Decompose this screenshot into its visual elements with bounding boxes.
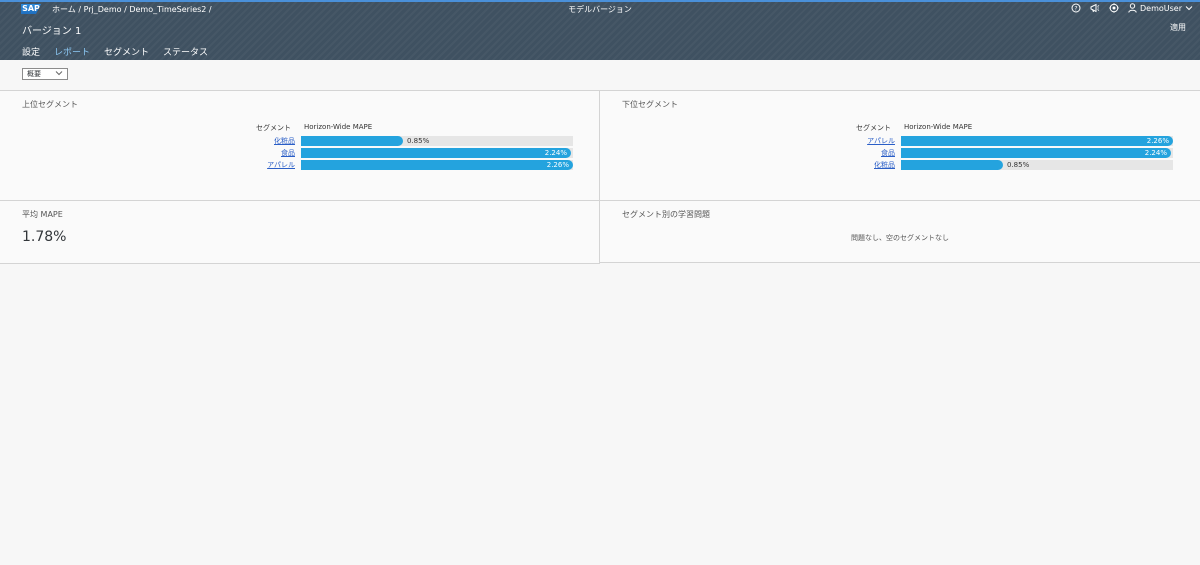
view-select[interactable]: 概要 — [22, 68, 68, 80]
segment-link[interactable]: 食品 — [281, 148, 295, 158]
user-name: DemoUser — [1139, 3, 1182, 13]
breadcrumb-home[interactable]: ホーム — [52, 5, 76, 14]
tab-settings[interactable]: 設定 — [22, 45, 40, 58]
window-title: モデルバージョン — [568, 5, 632, 14]
chevron-down-icon — [1184, 3, 1194, 13]
svg-text:?: ? — [1074, 5, 1077, 12]
segment-link[interactable]: アパレル — [267, 160, 295, 170]
avg-mape-panel: 平均 MAPE 1.78% — [0, 201, 600, 264]
settings-icon[interactable] — [1109, 3, 1119, 13]
bar-value-label: 0.85% — [407, 137, 430, 145]
tab-bar: 設定 レポート セグメント ステータス — [22, 45, 208, 58]
column-header-metric: Horizon-Wide MAPE — [904, 123, 973, 131]
tab-status[interactable]: ステータス — [163, 45, 208, 58]
bar — [301, 136, 403, 146]
panel-title: 平均 MAPE — [22, 210, 63, 219]
bar-value-label: 2.26% — [546, 161, 569, 169]
bar-value-label: 2.24% — [1144, 149, 1167, 157]
panel-title: 下位セグメント — [622, 100, 678, 109]
learning-issues-panel: セグメント別の学習問題 問題なし、空のセグメントなし — [600, 201, 1200, 263]
bar-track: 2.26% — [301, 160, 573, 170]
bottom-segments-panel: 下位セグメント セグメント Horizon-Wide MAPE アパレル 2.26… — [600, 90, 1200, 201]
segment-link[interactable]: 化粧品 — [274, 136, 295, 146]
bar-track: 2.24% — [301, 148, 573, 158]
bar — [901, 136, 1173, 146]
view-select-value: 概要 — [27, 70, 41, 78]
bar-value-label: 0.85% — [1007, 161, 1030, 169]
breadcrumb-model[interactable]: Demo_TimeSeries2 — [129, 5, 206, 14]
tab-segments[interactable]: セグメント — [104, 45, 149, 58]
segment-link[interactable]: 食品 — [881, 148, 895, 158]
column-header-metric: Horizon-Wide MAPE — [304, 123, 373, 131]
column-header-segment: セグメント — [256, 124, 291, 132]
bar — [301, 160, 573, 170]
bar — [901, 148, 1171, 158]
user-menu[interactable]: DemoUser — [1128, 3, 1194, 13]
breadcrumb-separator: / — [78, 5, 82, 14]
shell-header: SAP ホーム / Prj_Demo / Demo_TimeSeries2 / … — [0, 0, 1200, 60]
bar-track: 2.26% — [901, 136, 1173, 146]
bar-track: 0.85% — [901, 160, 1173, 170]
segment-link[interactable]: アパレル — [867, 136, 895, 146]
chevron-down-icon — [55, 69, 63, 80]
user-icon — [1128, 3, 1138, 13]
breadcrumb-project[interactable]: Prj_Demo — [84, 5, 122, 14]
bar — [301, 148, 571, 158]
avg-mape-value: 1.78% — [22, 229, 67, 245]
bar-track: 0.85% — [301, 136, 573, 146]
announcement-icon[interactable] — [1090, 3, 1100, 13]
segment-link[interactable]: 化粧品 — [874, 160, 895, 170]
breadcrumb-separator: / — [208, 5, 212, 14]
column-header-segment: セグメント — [856, 124, 891, 132]
sap-logo[interactable]: SAP — [21, 4, 41, 14]
panel-title: セグメント別の学習問題 — [622, 210, 710, 219]
tab-report[interactable]: レポート — [54, 45, 90, 58]
breadcrumb: ホーム / Prj_Demo / Demo_TimeSeries2 / — [52, 4, 212, 15]
bar-track: 2.24% — [901, 148, 1173, 158]
apply-button[interactable]: 適用 — [1170, 22, 1186, 33]
panel-title: 上位セグメント — [22, 100, 78, 109]
top-segments-panel: 上位セグメント セグメント Horizon-Wide MAPE 化粧品 0.85%… — [0, 90, 600, 201]
bar-value-label: 2.24% — [544, 149, 567, 157]
help-icon[interactable]: ? — [1071, 3, 1081, 13]
shell-accent-line — [0, 0, 1200, 2]
page-title: バージョン 1 — [22, 26, 82, 37]
learning-issues-message: 問題なし、空のセグメントなし — [851, 234, 949, 242]
bar-value-label: 2.26% — [1146, 137, 1169, 145]
bar — [901, 160, 1003, 170]
breadcrumb-separator: / — [124, 5, 127, 14]
